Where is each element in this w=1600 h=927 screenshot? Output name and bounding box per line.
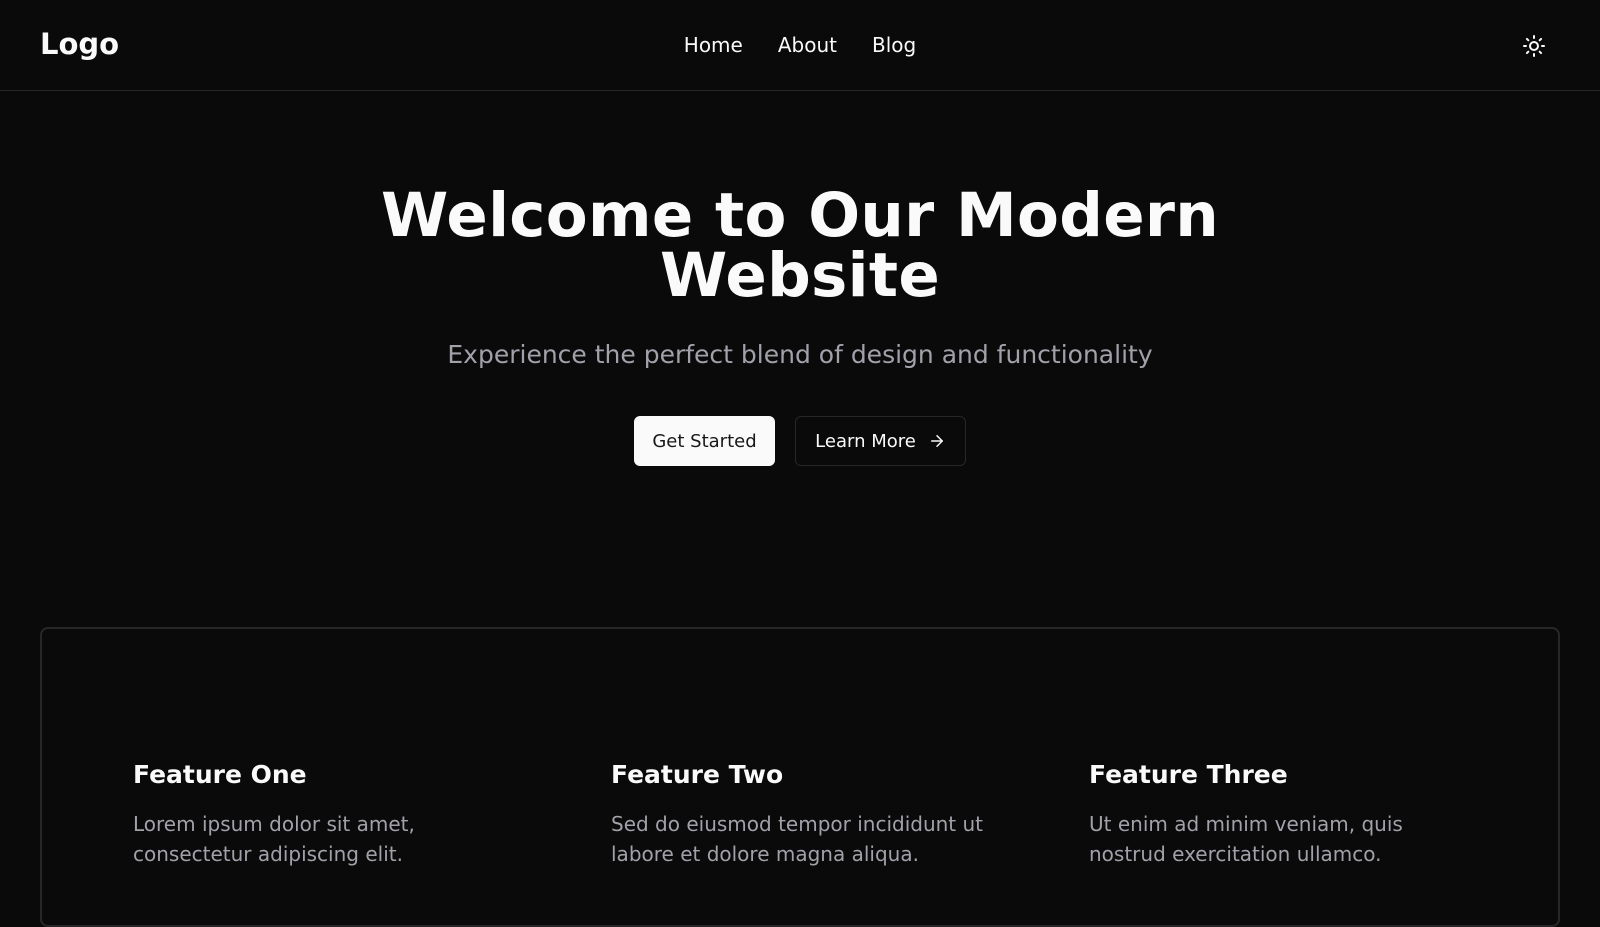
feature-three-line2: nostrud exercitation ullamco. bbox=[1089, 842, 1382, 866]
get-started-button[interactable]: Get Started bbox=[634, 416, 775, 466]
hero-subtitle: Experience the perfect blend of design a… bbox=[447, 340, 1153, 369]
feature-one-description: Lorem ipsum dolor sit amet, consectetur … bbox=[133, 809, 533, 869]
arrow-right-icon bbox=[930, 435, 943, 447]
learn-more-label: Learn More bbox=[815, 430, 916, 452]
feature-one-line1: Lorem ipsum dolor sit amet, bbox=[133, 812, 415, 836]
nav-link-about[interactable]: About bbox=[778, 33, 837, 57]
feature-two-line1: Sed do eiusmod tempor incididunt ut bbox=[611, 812, 984, 836]
logo[interactable]: Logo bbox=[40, 26, 119, 62]
feature-three-title: Feature Three bbox=[1089, 760, 1288, 789]
feature-one-line2: consectetur adipiscing elit. bbox=[133, 842, 403, 866]
nav-link-home[interactable]: Home bbox=[684, 33, 743, 57]
feature-one: Feature One Lorem ipsum dolor sit amet, … bbox=[133, 760, 533, 869]
learn-more-button[interactable]: Learn More bbox=[795, 416, 966, 466]
sun-icon bbox=[1523, 35, 1545, 57]
get-started-label: Get Started bbox=[652, 430, 757, 452]
feature-two-description: Sed do eiusmod tempor incididunt ut labo… bbox=[611, 809, 1011, 869]
main-nav: Home About Blog bbox=[0, 0, 1600, 90]
hero-buttons: Get Started Learn More bbox=[0, 416, 1600, 466]
feature-three-line1: Ut enim ad minim veniam, quis bbox=[1089, 812, 1403, 836]
site-header: Logo Home About Blog bbox=[0, 0, 1600, 91]
feature-one-title: Feature One bbox=[133, 760, 307, 789]
hero-title-line2: Website bbox=[660, 240, 940, 311]
feature-two: Feature Two Sed do eiusmod tempor incidi… bbox=[611, 760, 1011, 869]
feature-three: Feature Three Ut enim ad minim veniam, q… bbox=[1089, 760, 1489, 869]
feature-two-title: Feature Two bbox=[611, 760, 784, 789]
features-card: Feature One Lorem ipsum dolor sit amet, … bbox=[40, 627, 1560, 927]
theme-toggle-button[interactable] bbox=[1518, 30, 1550, 62]
feature-three-description: Ut enim ad minim veniam, quis nostrud ex… bbox=[1089, 809, 1489, 869]
nav-link-blog[interactable]: Blog bbox=[872, 33, 916, 57]
hero-section: Welcome to Our Modern Website Experience… bbox=[0, 185, 1600, 371]
feature-two-line2: labore et dolore magna aliqua. bbox=[611, 842, 919, 866]
hero-title: Welcome to Our Modern Website bbox=[0, 185, 1600, 306]
